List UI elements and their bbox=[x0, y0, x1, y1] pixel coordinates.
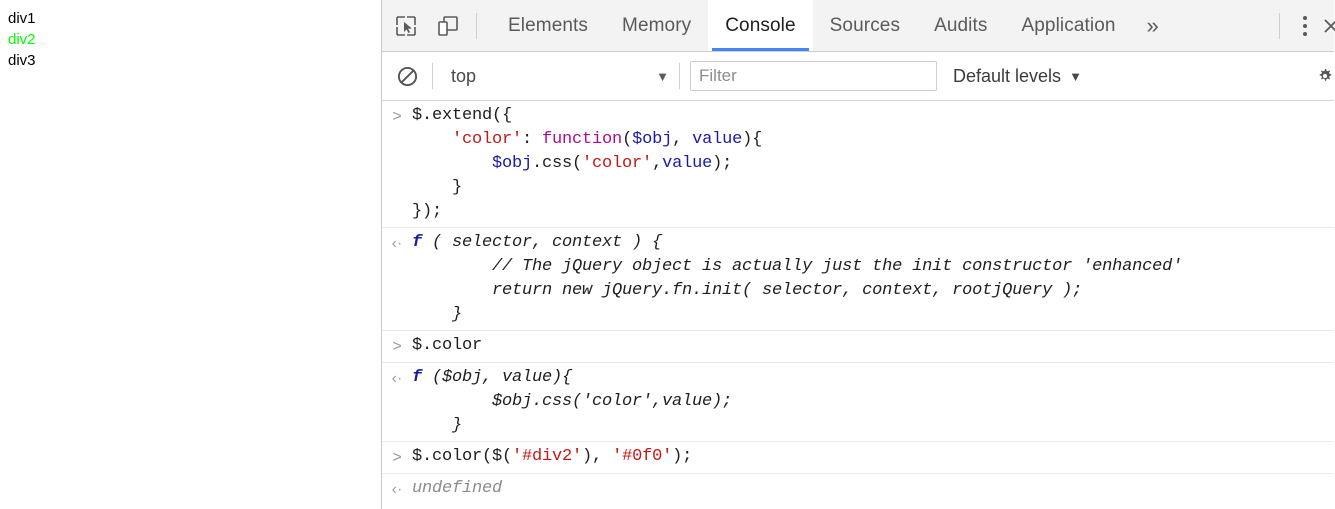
devtools-tabbar: Elements Memory Console Sources Audits A… bbox=[382, 0, 1335, 52]
log-levels-select[interactable]: Default levels ▼ bbox=[953, 66, 1082, 87]
entry-extend-input: > $.extend({ 'color': function($obj, valu… bbox=[382, 101, 1334, 228]
browser-window: div1 div2 div3 Elements Memory Console S… bbox=[0, 0, 1335, 509]
clear-console-icon[interactable] bbox=[392, 61, 422, 91]
entry-color-response: ‹· f ($obj, value){ $obj.css('color',valu… bbox=[382, 363, 1334, 442]
rendered-page-panel: div1 div2 div3 bbox=[0, 0, 382, 509]
tabbar-right-controls bbox=[1269, 0, 1335, 51]
tabbar-right-divider bbox=[1279, 12, 1280, 39]
entry-extend-response: ‹· f ( selector, context ) { // The jQuer… bbox=[382, 228, 1334, 331]
console-input-code: $.color bbox=[412, 336, 483, 355]
close-icon[interactable] bbox=[1320, 0, 1335, 51]
console-input-code: $.extend({ 'color': function($obj, value… bbox=[412, 106, 763, 221]
entry-call-input: > $.color($('#div2'), '#0f0'); bbox=[382, 442, 1334, 474]
filter-input[interactable] bbox=[690, 61, 937, 91]
execution-context-value: top bbox=[451, 65, 477, 86]
console-response-code: undefined bbox=[412, 479, 503, 498]
console-response-marker: ‹· bbox=[391, 370, 403, 387]
execution-context-select[interactable]: top ▼ bbox=[443, 66, 669, 87]
tab-sources[interactable]: Sources bbox=[813, 0, 917, 51]
devtools-tab-list: Elements Memory Console Sources Audits A… bbox=[491, 0, 1133, 51]
filterbar-divider-1 bbox=[432, 63, 433, 89]
tab-elements[interactable]: Elements bbox=[491, 0, 605, 51]
console-prompt-marker: > bbox=[392, 449, 402, 466]
kebab-menu-icon[interactable] bbox=[1290, 0, 1320, 51]
tab-memory[interactable]: Memory bbox=[605, 0, 708, 51]
console-prompt-marker: > bbox=[392, 338, 402, 355]
chevron-down-icon: ▼ bbox=[1069, 68, 1082, 84]
console-output[interactable]: > $.extend({ 'color': function($obj, valu… bbox=[382, 101, 1334, 509]
log-levels-label: Default levels bbox=[953, 65, 1062, 86]
chevron-double-right-icon[interactable]: » bbox=[1133, 0, 1173, 51]
inspect-element-icon[interactable] bbox=[388, 8, 424, 44]
console-response-code: f ($obj, value){ $obj.css('color',value)… bbox=[412, 368, 733, 435]
tab-audits[interactable]: Audits bbox=[917, 0, 1004, 51]
console-input-code: $.color($('#div2'), '#0f0'); bbox=[412, 447, 693, 466]
page-text-div3: div3 bbox=[8, 52, 36, 69]
console-prompt-marker: > bbox=[392, 108, 402, 125]
devtools-panel: Elements Memory Console Sources Audits A… bbox=[382, 0, 1335, 509]
console-filter-toolbar: top ▼ Default levels ▼ bbox=[382, 52, 1334, 101]
toolbar-divider bbox=[476, 12, 477, 39]
console-response-marker: ‹· bbox=[391, 235, 403, 252]
device-toolbar-icon[interactable] bbox=[430, 8, 466, 44]
page-text-div2: div2 bbox=[8, 31, 36, 48]
tab-application[interactable]: Application bbox=[1004, 0, 1132, 51]
console-response-code: f ( selector, context ) { // The jQuery … bbox=[412, 233, 1183, 324]
entry-call-response: ‹· undefined bbox=[382, 474, 1334, 505]
chevron-down-icon: ▼ bbox=[656, 68, 669, 84]
console-response-marker: ‹· bbox=[391, 481, 403, 498]
filterbar-divider-2 bbox=[679, 63, 680, 89]
entry-color-input: > $.color bbox=[382, 331, 1334, 363]
tab-console[interactable]: Console bbox=[708, 0, 813, 51]
page-text-div1: div1 bbox=[8, 10, 36, 27]
gear-icon[interactable] bbox=[1316, 52, 1334, 100]
